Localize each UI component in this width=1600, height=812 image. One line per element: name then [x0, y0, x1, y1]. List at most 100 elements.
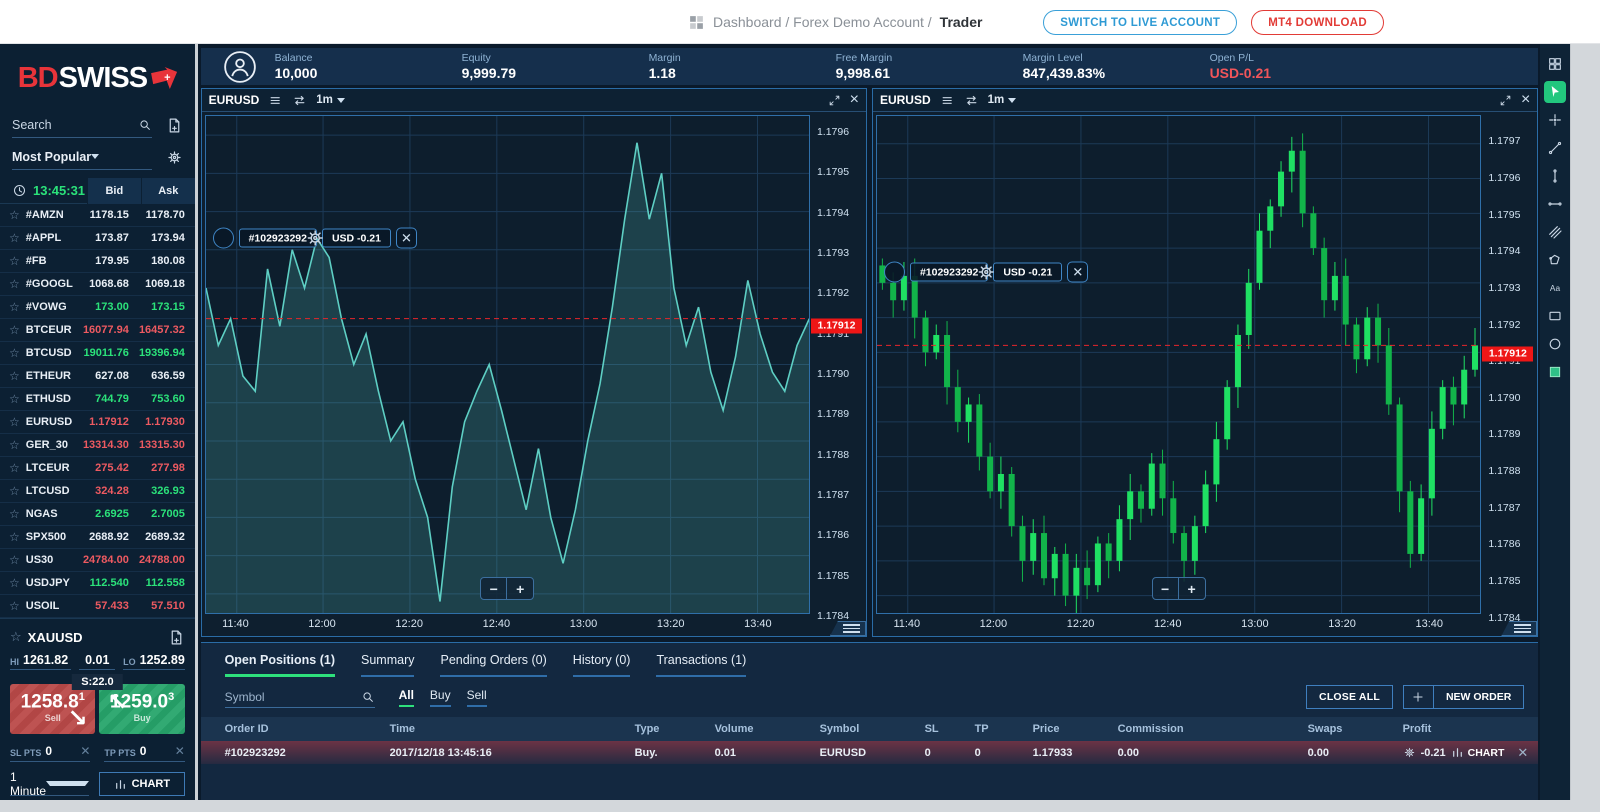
instrument-row[interactable]: ☆#GOOGL1068.681069.18	[0, 273, 195, 296]
tab-summary[interactable]: Summary	[361, 653, 414, 677]
instrument-row[interactable]: ☆BTCUSD19011.7619396.94	[0, 342, 195, 365]
ask-price[interactable]: 277.98	[129, 462, 185, 474]
parallel-lines-icon[interactable]	[1544, 221, 1566, 243]
chart-plot[interactable]: #102923292USD -0.21✕−+	[205, 115, 810, 614]
bid-price[interactable]: 2688.92	[73, 531, 129, 543]
clear-tp-icon[interactable]: ✕	[175, 744, 185, 758]
ask-price[interactable]: 1.17930	[129, 416, 185, 428]
ask-price[interactable]: 1178.70	[129, 209, 185, 221]
bid-price[interactable]: 1.17912	[73, 416, 129, 428]
ask-price[interactable]: 173.15	[129, 301, 185, 313]
instrument-row[interactable]: ☆ETHEUR627.08636.59	[0, 365, 195, 388]
favorite-star-icon[interactable]: ☆	[9, 599, 20, 613]
instrument-row[interactable]: ☆ETHUSD744.79753.60	[0, 388, 195, 411]
ask-price[interactable]: 112.558	[129, 577, 185, 589]
favorite-star-icon[interactable]: ☆	[9, 438, 20, 452]
bid-price[interactable]: 57.433	[73, 600, 129, 612]
ask-price[interactable]: 1069.18	[129, 278, 185, 290]
instrument-row[interactable]: ☆LTCUSD324.28326.93	[0, 480, 195, 503]
layout-grid-icon[interactable]	[1544, 53, 1566, 75]
cursor-icon[interactable]	[1544, 81, 1566, 103]
bid-price[interactable]: 19011.76	[73, 347, 129, 359]
ask-price[interactable]: 2689.32	[129, 531, 185, 543]
bid-price[interactable]: 13314.30	[73, 439, 129, 451]
favorite-star-icon[interactable]: ☆	[9, 300, 20, 314]
timeframe-select[interactable]: 1m	[988, 94, 1017, 106]
symbol-filter-input[interactable]: Symbol	[225, 686, 375, 708]
instrument-row[interactable]: ☆USDJPY112.540112.558	[0, 572, 195, 595]
mt4-download-button[interactable]: MT4 DOWNLOAD	[1251, 10, 1384, 35]
profit-settings-gear-icon[interactable]	[1403, 746, 1416, 759]
bid-price[interactable]: 275.42	[73, 462, 129, 474]
new-watchlist-icon[interactable]	[166, 117, 183, 134]
close-all-button[interactable]: CLOSE ALL	[1306, 685, 1393, 709]
bid-price[interactable]: 1178.15	[73, 209, 129, 221]
instrument-row[interactable]: ☆#AMZN1178.151178.70	[0, 204, 195, 227]
instrument-row[interactable]: ☆LTCEUR275.42277.98	[0, 457, 195, 480]
zoom-in-button[interactable]: +	[507, 578, 533, 599]
clear-sl-icon[interactable]: ✕	[80, 744, 90, 758]
ask-price[interactable]: 57.510	[129, 600, 185, 612]
open-chart-button[interactable]: CHART	[99, 772, 185, 796]
favorite-star-icon[interactable]: ☆	[9, 254, 20, 268]
settings-gear-icon[interactable]	[166, 149, 183, 166]
filter-sell[interactable]: Sell	[467, 688, 487, 707]
instrument-row[interactable]: ☆#FB179.95180.08	[0, 250, 195, 273]
ask-price[interactable]: 13315.30	[129, 439, 185, 451]
position-settings-gear-icon[interactable]	[884, 262, 905, 283]
instrument-row[interactable]: ☆US3024784.0024788.00	[0, 549, 195, 572]
compare-symbol-icon[interactable]	[964, 93, 979, 108]
close-chart-icon[interactable]: ×	[1521, 93, 1530, 107]
ask-price[interactable]: 636.59	[129, 370, 185, 382]
ellipse-icon[interactable]	[1544, 333, 1566, 355]
bid-price[interactable]: 627.08	[73, 370, 129, 382]
text-icon[interactable]: Aa	[1544, 277, 1566, 299]
favorite-star-icon[interactable]: ☆	[9, 369, 20, 383]
ask-price[interactable]: 173.94	[129, 232, 185, 244]
zoom-out-button[interactable]: −	[481, 578, 507, 599]
favorite-star-icon[interactable]: ☆	[9, 346, 20, 360]
close-chart-icon[interactable]: ×	[850, 93, 859, 107]
bid-price[interactable]: 16077.94	[73, 324, 129, 336]
expand-chart-icon[interactable]	[828, 94, 841, 107]
chart-menu-icon[interactable]	[268, 93, 283, 108]
chart-menu-icon[interactable]	[940, 93, 955, 108]
position-row[interactable]: #1029232922017/12/18 13:45:16Buy.0.01EUR…	[201, 741, 1539, 764]
volume-input[interactable]: 0.01	[79, 653, 115, 670]
row-close-icon[interactable]: ✕	[1517, 745, 1528, 761]
favorite-star-icon[interactable]: ☆	[9, 231, 20, 245]
sl-points-input[interactable]: SL PTS 0 ✕	[10, 744, 90, 762]
position-settings-gear-icon[interactable]	[213, 228, 234, 249]
row-chart-button[interactable]: CHART	[1451, 746, 1505, 759]
vertical-line-icon[interactable]	[1544, 165, 1566, 187]
tab-transactions-1-[interactable]: Transactions (1)	[656, 653, 746, 677]
new-order-button[interactable]: NEW ORDER	[1403, 685, 1524, 709]
bid-price[interactable]: 179.95	[73, 255, 129, 267]
bid-price[interactable]: 112.540	[73, 577, 129, 589]
polygon-icon[interactable]	[1544, 249, 1566, 271]
favorite-star-icon[interactable]: ☆	[9, 277, 20, 291]
price-axis[interactable]: 1.17971.17961.17951.17941.17931.17921.17…	[1481, 112, 1537, 636]
tab-history-0-[interactable]: History (0)	[573, 653, 631, 677]
detach-widget-icon[interactable]	[168, 629, 185, 646]
favorite-star-icon[interactable]: ☆	[9, 208, 20, 222]
bid-price[interactable]: 1068.68	[73, 278, 129, 290]
bid-price[interactable]: 24784.00	[73, 554, 129, 566]
instrument-row[interactable]: ☆#APPL173.87173.94	[0, 227, 195, 250]
crosshair-icon[interactable]	[1544, 109, 1566, 131]
favorite-star-icon[interactable]: ☆	[9, 323, 20, 337]
favorite-star-icon[interactable]: ☆	[9, 576, 20, 590]
instrument-row[interactable]: ☆NGAS2.69252.7005	[0, 503, 195, 526]
ask-price[interactable]: 24788.00	[129, 554, 185, 566]
favorite-star-icon[interactable]: ☆	[9, 392, 20, 406]
ask-price[interactable]: 16457.32	[129, 324, 185, 336]
favorite-star-icon[interactable]: ☆	[9, 507, 20, 521]
ask-price[interactable]: 19396.94	[129, 347, 185, 359]
zoom-out-button[interactable]: −	[1153, 578, 1179, 599]
instrument-search-input[interactable]: Search	[12, 112, 152, 138]
bid-price[interactable]: 324.28	[73, 485, 129, 497]
ask-price[interactable]: 326.93	[129, 485, 185, 497]
instrument-row[interactable]: ☆GER_3013314.3013315.30	[0, 434, 195, 457]
price-axis[interactable]: 1.17961.17951.17941.17931.17921.17911.17…	[810, 112, 866, 636]
horizontal-line-icon[interactable]	[1544, 193, 1566, 215]
